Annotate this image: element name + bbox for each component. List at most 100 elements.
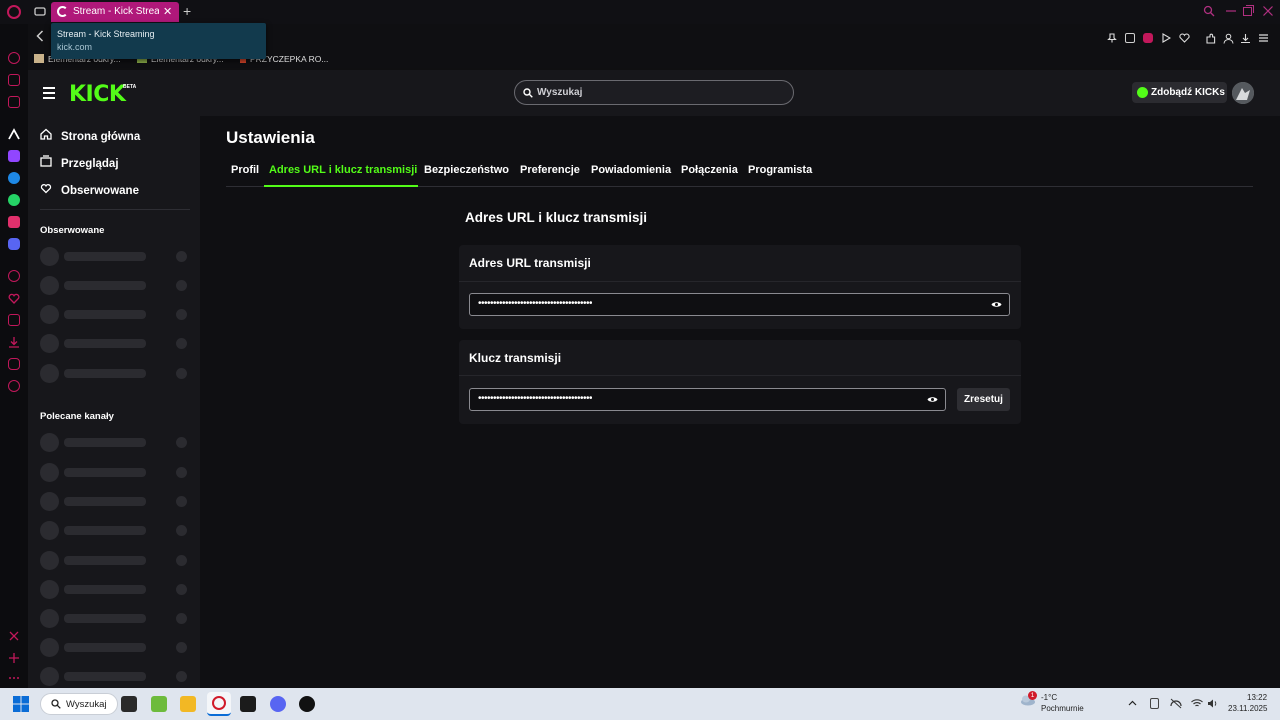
- windows-start-icon[interactable]: [13, 696, 29, 712]
- get-kicks-button[interactable]: Zdobądź KICKs: [1132, 82, 1227, 103]
- twitch-icon[interactable]: [8, 150, 20, 162]
- taskbar-search-label: Wyszukaj: [66, 699, 107, 710]
- clock-date: 23.11.2025: [1228, 704, 1268, 713]
- nav-following[interactable]: Obserwowane: [40, 182, 139, 197]
- channel-sidebar: [28, 116, 200, 688]
- pin-icon[interactable]: [1107, 33, 1117, 43]
- play-icon[interactable]: [1161, 33, 1171, 43]
- opera-ai-icon[interactable]: [8, 270, 20, 282]
- volume-icon[interactable]: [1207, 699, 1218, 708]
- search-tabs-icon[interactable]: [1203, 5, 1215, 17]
- tab-connections[interactable]: Połączenia: [681, 164, 738, 176]
- card-divider: [459, 281, 1021, 282]
- tab-notifications[interactable]: Powiadomienia: [591, 164, 671, 176]
- player-icon[interactable]: [8, 96, 20, 108]
- file-explorer-icon[interactable]: [180, 696, 196, 712]
- opera-taskbar-icon: [212, 696, 226, 710]
- skeleton-avatar: [40, 463, 59, 482]
- skeleton-text: [64, 614, 146, 623]
- active-tab-indicator: [264, 185, 418, 187]
- card-divider: [459, 375, 1021, 376]
- speed-dial-icon[interactable]: [8, 52, 20, 64]
- more-side-icon[interactable]: [8, 672, 20, 684]
- recommended-heading: Polecane kanały: [40, 411, 114, 422]
- skeleton-text: [64, 310, 146, 319]
- restore-icon[interactable]: [1243, 5, 1254, 17]
- tab-developer[interactable]: Programista: [748, 164, 812, 176]
- tab-close-icon[interactable]: ✕: [163, 5, 172, 18]
- messenger-icon[interactable]: [8, 172, 20, 184]
- skeleton-avatar: [40, 638, 59, 657]
- skeleton-avatar: [40, 492, 59, 511]
- twitch-ext-icon[interactable]: [1143, 33, 1153, 43]
- new-tab-button[interactable]: +: [183, 4, 191, 18]
- stream-url-card: Adres URL transmisji •••••••••••••••••••…: [459, 245, 1021, 329]
- skeleton-text: [64, 468, 146, 477]
- task-view-icon[interactable]: [121, 696, 137, 712]
- minimize-icon[interactable]: [1226, 5, 1236, 17]
- download-icon[interactable]: [1240, 33, 1250, 44]
- whatsapp-icon[interactable]: [8, 194, 20, 206]
- reset-key-button[interactable]: Zresetuj: [957, 388, 1010, 411]
- skeleton-avatar: [40, 609, 59, 628]
- beta-badge: BETA: [123, 84, 137, 90]
- tab-stream-url-key[interactable]: Adres URL i klucz transmisji: [269, 164, 417, 176]
- opera-logo-icon[interactable]: [7, 5, 21, 19]
- aria-icon[interactable]: [8, 74, 20, 86]
- show-url-eye-icon[interactable]: [991, 300, 1002, 309]
- tab-island-icon[interactable]: [34, 6, 46, 17]
- profile-icon[interactable]: [1223, 33, 1234, 44]
- app-green-icon[interactable]: [151, 696, 167, 712]
- skeleton-dot: [176, 467, 187, 478]
- discord-taskbar-icon[interactable]: [270, 696, 286, 712]
- sidebar-tool-icon[interactable]: [8, 630, 20, 642]
- skeleton-dot: [176, 368, 187, 379]
- tab-title: Stream - Kick Streaming: [73, 6, 159, 17]
- nav-home[interactable]: Strona główna: [40, 128, 140, 143]
- skeleton-dot: [176, 280, 187, 291]
- weather-temp: -1°C: [1041, 693, 1058, 702]
- tab-preferences[interactable]: Preferencje: [520, 164, 580, 176]
- settings-side-icon[interactable]: [8, 380, 20, 392]
- close-window-icon[interactable]: [1263, 5, 1273, 17]
- recorder-icon[interactable]: [240, 696, 256, 712]
- menu-icon[interactable]: [1258, 33, 1268, 43]
- obs-icon[interactable]: [299, 696, 315, 712]
- stream-key-field[interactable]: ••••••••••••••••••••••••••••••••••••••: [469, 388, 946, 411]
- tab-tooltip: Stream - Kick Streaming kick.com: [51, 23, 266, 59]
- avatar[interactable]: [1232, 82, 1254, 104]
- taskbar-search-input[interactable]: Wyszukaj: [40, 693, 118, 715]
- favorites-icon[interactable]: [8, 292, 20, 304]
- search-input[interactable]: Wyszukaj: [514, 80, 794, 105]
- extensions-icon[interactable]: [1205, 33, 1216, 44]
- browser-tab-active[interactable]: Stream - Kick Streaming ✕: [51, 2, 179, 22]
- search-icon: [523, 88, 533, 98]
- snapshot-icon[interactable]: [1125, 33, 1135, 43]
- history-icon[interactable]: [8, 358, 20, 370]
- hamburger-menu-icon[interactable]: [43, 87, 55, 102]
- show-key-eye-icon[interactable]: [927, 395, 938, 404]
- gx-icon[interactable]: [8, 652, 20, 664]
- tray-chevron-icon[interactable]: [1128, 700, 1137, 706]
- wifi-icon[interactable]: [1191, 699, 1203, 708]
- skeleton-text: [64, 585, 146, 594]
- tray-app-icon[interactable]: [1150, 698, 1159, 709]
- heart-toolbar-icon[interactable]: [1179, 33, 1190, 43]
- skeleton-text: [64, 339, 146, 348]
- instagram-icon[interactable]: [8, 216, 20, 228]
- stream-url-field[interactable]: ••••••••••••••••••••••••••••••••••••••: [469, 293, 1010, 316]
- skeleton-avatar: [40, 305, 59, 324]
- opera-taskbar-button[interactable]: [207, 692, 231, 716]
- pinboard-icon[interactable]: [8, 314, 20, 326]
- skeleton-avatar: [40, 551, 59, 570]
- opera-sidebar: [0, 24, 28, 688]
- nav-browse[interactable]: Przeglądaj: [40, 155, 119, 170]
- tab-profile[interactable]: Profil: [231, 164, 259, 176]
- tray-sync-icon[interactable]: [1170, 698, 1182, 709]
- downloads-side-icon[interactable]: [8, 336, 20, 348]
- kick-sidebar-icon[interactable]: [8, 128, 20, 140]
- back-icon[interactable]: [36, 30, 44, 42]
- tab-security[interactable]: Bezpieczeństwo: [424, 164, 509, 176]
- kick-logo[interactable]: KICK: [69, 82, 126, 107]
- discord-icon[interactable]: [8, 238, 20, 250]
